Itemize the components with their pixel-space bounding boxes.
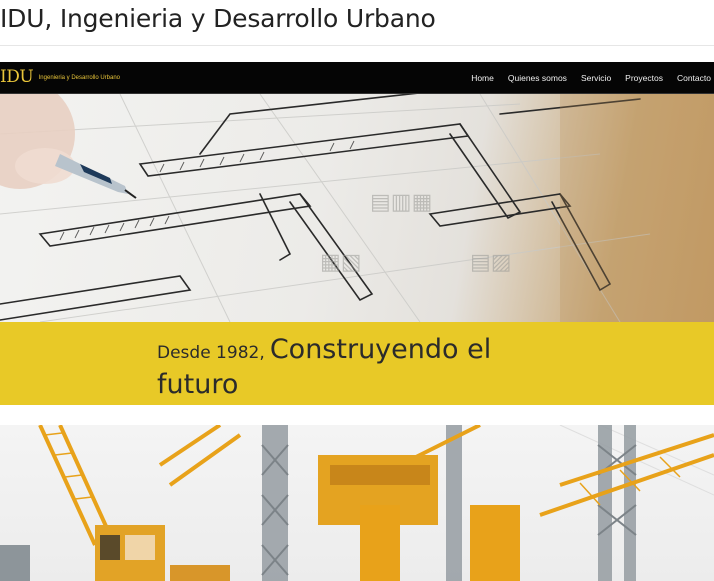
section-gap: [0, 405, 714, 425]
brand-sub: Ingenieria y Desarrollo Urbano: [38, 75, 121, 81]
architectural-sketch-image: ▤▥▦ ▦▧ ▤▨: [0, 94, 714, 322]
navbar: IDU Ingenieria y Desarrollo Urbano Home …: [0, 62, 714, 94]
page-title: IDU, Ingenieria y Desarrollo Urbano: [0, 4, 436, 33]
svg-text:▦▧: ▦▧: [320, 250, 362, 275]
nav-menu: Home Quienes somos Servicio Proyectos Co…: [464, 62, 714, 94]
svg-text:▤▨: ▤▨: [470, 250, 512, 275]
tagline: Desde 1982, Construyendo el futuro: [157, 334, 537, 403]
svg-text:▤▥▦: ▤▥▦: [370, 190, 432, 215]
nav-item-contacto[interactable]: Contacto: [670, 73, 714, 83]
tagline-small: Desde 1982,: [157, 343, 265, 363]
title-divider: [0, 45, 714, 46]
tagline-big-line2: futuro: [157, 369, 239, 400]
tagline-band: Desde 1982, Construyendo el futuro: [0, 322, 714, 405]
nav-item-proyectos[interactable]: Proyectos: [618, 73, 670, 83]
nav-item-quienes-somos[interactable]: Quienes somos: [501, 73, 574, 83]
construction-cranes-image: [0, 425, 714, 581]
nav-item-home[interactable]: Home: [464, 73, 501, 83]
tagline-big-line1: Construyendo el: [269, 334, 492, 365]
website-preview: IDU Ingenieria y Desarrollo Urbano Home …: [0, 62, 714, 581]
brand-main: IDU: [0, 67, 34, 87]
brand-logo[interactable]: IDU Ingenieria y Desarrollo Urbano: [0, 67, 120, 87]
nav-item-servicio[interactable]: Servicio: [574, 73, 618, 83]
